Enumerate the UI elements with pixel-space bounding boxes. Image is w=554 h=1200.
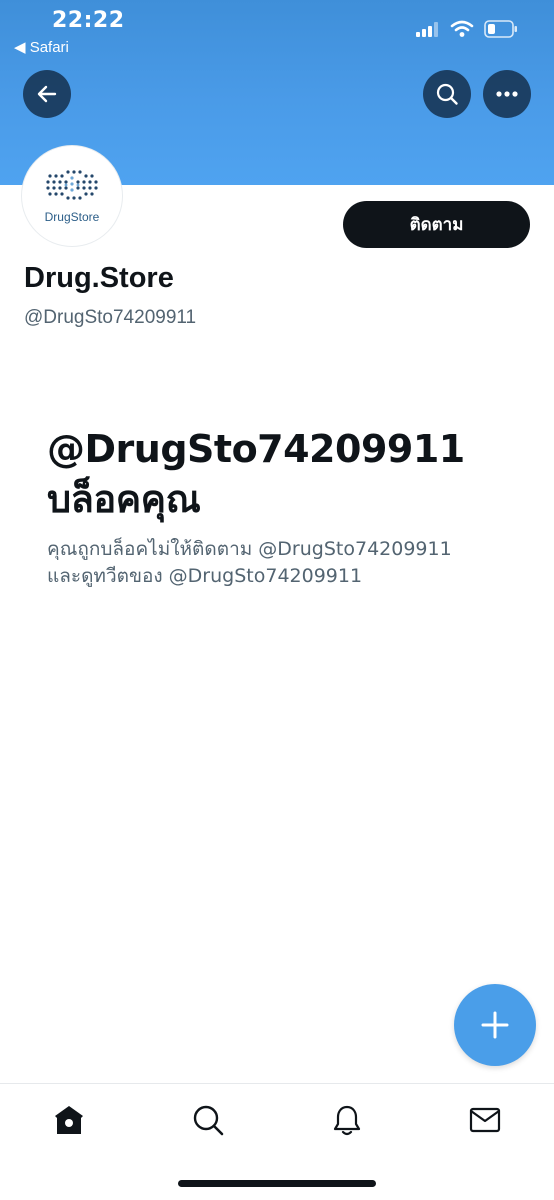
profile-name: Drug.Store	[24, 262, 174, 294]
tab-home[interactable]	[49, 1100, 89, 1140]
mail-icon	[469, 1107, 501, 1133]
tab-messages[interactable]	[465, 1100, 505, 1140]
bell-icon	[333, 1105, 361, 1136]
back-button[interactable]	[23, 70, 71, 118]
blocked-title-line-2: บล็อคคุณ	[47, 477, 201, 521]
profile-handle: @DrugSto74209911	[24, 307, 197, 328]
tab-notifications[interactable]	[327, 1100, 367, 1140]
blocked-title: @DrugSto74209911 บล็อคคุณ	[47, 424, 527, 524]
blocked-desc-line-2: และดูทวีตของ @DrugSto74209911	[47, 565, 363, 587]
wifi-icon	[450, 20, 474, 42]
drugstore-logo-icon	[46, 170, 98, 200]
home-indicator[interactable]	[178, 1180, 376, 1187]
follow-button[interactable]: ติดตาม	[343, 201, 530, 248]
status-time: 22:22	[52, 8, 125, 33]
search-icon	[436, 83, 458, 105]
profile-avatar[interactable]: DrugStore	[22, 146, 122, 246]
compose-tweet-button[interactable]	[454, 984, 536, 1066]
blocked-notice: @DrugSto74209911 บล็อคคุณ คุณถูกบล็อคไม่…	[47, 424, 527, 590]
more-button[interactable]	[483, 70, 531, 118]
avatar-logo-text: DrugStore	[44, 210, 100, 224]
blocked-title-line-1: @DrugSto74209911	[47, 427, 465, 471]
blocked-desc-line-1: คุณถูกบล็อคไม่ให้ติดตาม @DrugSto74209911	[47, 538, 452, 560]
search-button[interactable]	[423, 70, 471, 118]
back-to-safari-link[interactable]: ◀ Safari	[14, 38, 69, 56]
more-icon	[496, 91, 518, 97]
blocked-description: คุณถูกบล็อคไม่ให้ติดตาม @DrugSto74209911…	[47, 536, 527, 590]
back-arrow-icon	[37, 85, 57, 103]
home-icon	[55, 1106, 83, 1134]
tab-search[interactable]	[188, 1100, 228, 1140]
plus-icon	[481, 1011, 509, 1039]
signal-icon	[416, 21, 440, 41]
status-icons	[416, 20, 518, 42]
search-icon	[193, 1105, 224, 1136]
status-bar: 22:22 ◀ Safari	[0, 0, 554, 64]
battery-icon	[484, 20, 518, 42]
